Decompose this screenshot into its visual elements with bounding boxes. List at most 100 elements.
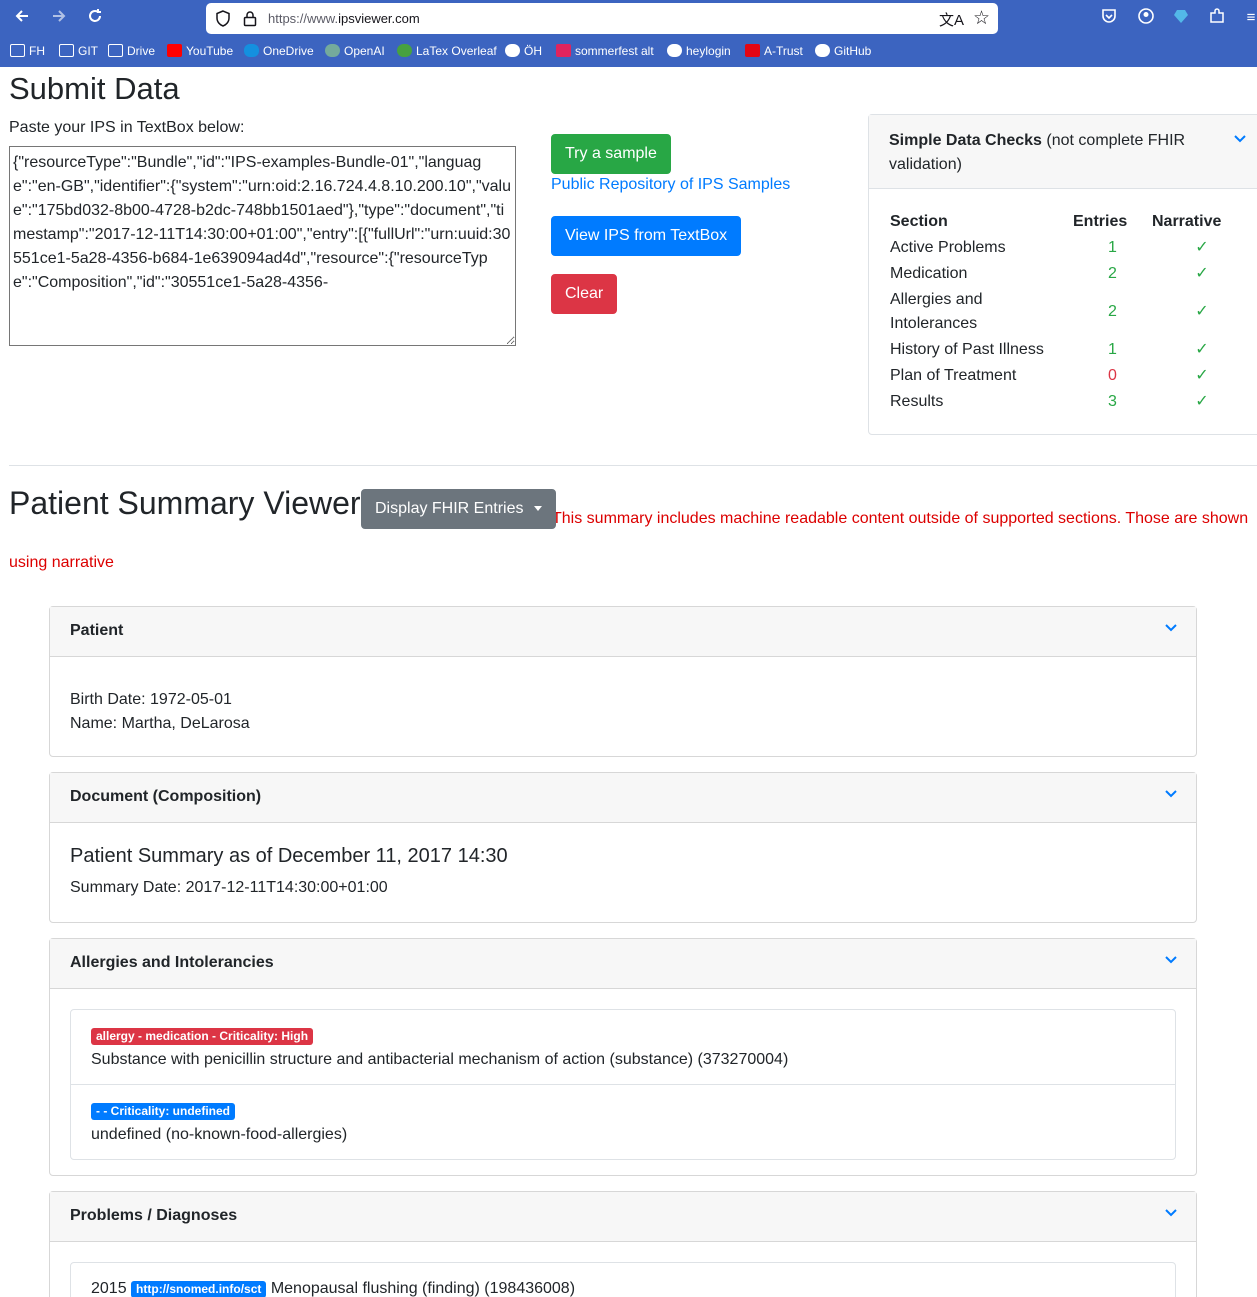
- bookmark-drive[interactable]: Drive: [108, 44, 155, 58]
- section-divider: [9, 465, 1257, 466]
- clear-button[interactable]: Clear: [551, 274, 618, 314]
- bookmark-oh[interactable]: ÖH: [505, 44, 542, 58]
- table-row: Medication 2 ✓: [890, 261, 1252, 287]
- problems-header-label: Problems / Diagnoses: [70, 1207, 238, 1224]
- viewer-title: Patient Summary Viewer: [9, 485, 361, 521]
- heylogin-icon: [667, 44, 682, 57]
- view-ips-button[interactable]: View IPS from TextBox: [551, 216, 742, 256]
- translate-icon[interactable]: 文A: [939, 9, 964, 30]
- patient-card-header[interactable]: Patient: [50, 607, 1196, 657]
- pocket-icon[interactable]: [1098, 7, 1120, 29]
- page-content: Submit Data Paste your IPS in TextBox be…: [0, 67, 1257, 1297]
- reload-icon[interactable]: [82, 6, 108, 32]
- back-arrow-icon[interactable]: [9, 6, 35, 32]
- patient-card: Patient Birth Date: 1972-05-01 Name: Mar…: [49, 606, 1197, 757]
- criticality-badge: - - Criticality: undefined: [91, 1103, 236, 1120]
- problems-list: 2015 http://snomed.info/sct Menopausal f…: [70, 1262, 1176, 1297]
- bookmark-label: GitHub: [834, 44, 872, 58]
- allergies-header-label: Allergies and Intolerancies: [70, 954, 274, 971]
- table-row: Results 3 ✓: [890, 389, 1252, 415]
- browser-chrome: https://www.ipsviewer.com 文A ☆ ≡ FH GIT …: [0, 0, 1257, 67]
- col-entries: Entries: [1073, 213, 1128, 230]
- allergy-text: Substance with penicillin structure and …: [91, 1051, 789, 1068]
- lock-icon[interactable]: [242, 10, 258, 27]
- narrative-check-icon: ✓: [1195, 239, 1209, 256]
- caret-down-icon: [533, 506, 542, 511]
- table-row: History of Past Illness 1 ✓: [890, 337, 1252, 363]
- bookmark-overleaf[interactable]: LaTex Overleaf: [397, 44, 497, 58]
- table-row: Allergies and Intolerances 2 ✓: [890, 287, 1252, 337]
- bookmark-onedrive[interactable]: OneDrive: [244, 44, 314, 58]
- bookmark-openai[interactable]: OpenAI: [325, 44, 385, 58]
- table-row: Active Problems 1 ✓: [890, 235, 1252, 261]
- ips-textbox[interactable]: {"resourceType":"Bundle","id":"IPS-examp…: [9, 146, 516, 346]
- narrative-check-icon: ✓: [1195, 367, 1209, 384]
- narrative-check-icon: ✓: [1195, 341, 1209, 358]
- patient-header-label: Patient: [70, 622, 124, 639]
- bookmark-label: A-Trust: [764, 44, 803, 58]
- birth-date: Birth Date: 1972-05-01: [70, 691, 232, 708]
- bookmark-label: OneDrive: [263, 44, 314, 58]
- section-cell: Results: [890, 393, 944, 410]
- youtube-icon: [167, 44, 182, 57]
- openai-icon: [325, 44, 340, 57]
- extension-heart-icon[interactable]: [1170, 7, 1192, 29]
- data-checks-header[interactable]: Simple Data Checks (not complete FHIR va…: [869, 115, 1257, 189]
- narrative-check-icon: ✓: [1195, 393, 1209, 410]
- bookmark-star-icon[interactable]: ☆: [973, 7, 990, 30]
- problems-card: Problems / Diagnoses 2015 http://snomed.…: [49, 1191, 1197, 1297]
- menu-icon[interactable]: ≡: [1240, 7, 1257, 29]
- url-text[interactable]: https://www.ipsviewer.com: [268, 11, 420, 26]
- list-item: - - Criticality: undefined undefined (no…: [71, 1085, 1175, 1159]
- extensions-puzzle-icon[interactable]: [1206, 7, 1228, 29]
- chevron-down-icon[interactable]: [1164, 786, 1178, 802]
- bookmark-label: FH: [29, 44, 45, 58]
- bookmark-sommerfest[interactable]: sommerfest alt: [556, 44, 654, 58]
- bookmark-label: Drive: [127, 44, 156, 58]
- browser-nav-row: https://www.ipsviewer.com 文A ☆ ≡: [0, 0, 1257, 38]
- github-icon: [815, 44, 830, 57]
- allergy-text: undefined (no-known-food-allergies): [91, 1126, 348, 1143]
- account-icon[interactable]: [1135, 7, 1157, 29]
- patient-name: Name: Martha, DeLarosa: [70, 715, 250, 732]
- shield-icon[interactable]: [215, 10, 231, 27]
- bookmark-label: GIT: [78, 44, 98, 58]
- bookmark-youtube[interactable]: YouTube: [167, 44, 233, 58]
- col-section: Section: [890, 213, 948, 230]
- bookmark-fh[interactable]: FH: [10, 44, 45, 58]
- problems-card-body: 2015 http://snomed.info/sct Menopausal f…: [50, 1242, 1196, 1297]
- data-checks-table: Section Entries Narrative Active Problem…: [890, 209, 1252, 415]
- section-cell: Medication: [890, 265, 968, 282]
- problems-card-header[interactable]: Problems / Diagnoses: [50, 1192, 1196, 1242]
- chevron-down-icon[interactable]: [1164, 620, 1178, 636]
- section-cell: Active Problems: [890, 239, 1006, 256]
- submit-title: Submit Data: [9, 71, 180, 106]
- forward-arrow-icon[interactable]: [46, 6, 72, 32]
- bookmark-label: YouTube: [186, 44, 234, 58]
- overleaf-icon: [397, 44, 412, 57]
- table-row: Plan of Treatment 0 ✓: [890, 363, 1252, 389]
- bookmark-atrust[interactable]: A-Trust: [745, 44, 803, 58]
- bookmark-heylogin[interactable]: heylogin: [667, 44, 731, 58]
- allergies-card-header[interactable]: Allergies and Intolerancies: [50, 939, 1196, 989]
- try-sample-button[interactable]: Try a sample: [551, 134, 671, 174]
- url-bar[interactable]: https://www.ipsviewer.com 文A ☆: [206, 3, 998, 34]
- bookmark-label: LaTex Overleaf: [416, 44, 497, 58]
- public-repository-link[interactable]: Public Repository of IPS Samples: [551, 176, 790, 194]
- bookmark-github[interactable]: GitHub: [815, 44, 871, 58]
- entries-cell: 2: [1108, 265, 1117, 282]
- col-narrative: Narrative: [1152, 213, 1222, 230]
- allergies-list: allergy - medication - Criticality: High…: [70, 1009, 1176, 1160]
- display-fhir-entries-button[interactable]: Display FHIR Entries: [361, 489, 556, 529]
- document-card-header[interactable]: Document (Composition): [50, 773, 1196, 823]
- chevron-down-icon[interactable]: [1164, 1205, 1178, 1221]
- entries-cell: 1: [1108, 341, 1117, 358]
- folder-icon: [10, 44, 25, 57]
- chevron-down-icon[interactable]: [1233, 127, 1247, 151]
- chevron-down-icon[interactable]: [1164, 952, 1178, 968]
- entries-cell: 1: [1108, 239, 1117, 256]
- section-cell: Plan of Treatment: [890, 367, 1017, 384]
- bookmark-git[interactable]: GIT: [59, 44, 98, 58]
- url-scheme: https://www.: [268, 11, 339, 26]
- folder-icon: [59, 44, 74, 57]
